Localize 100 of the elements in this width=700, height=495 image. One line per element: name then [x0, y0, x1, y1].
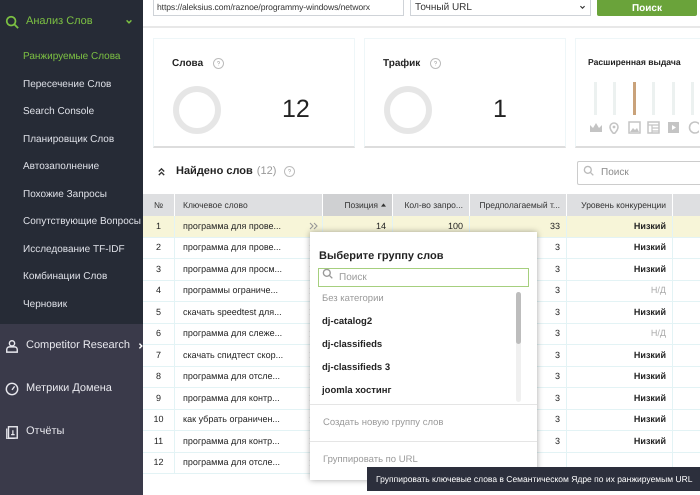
sidebar-group[interactable]: Competitor Research: [0, 324, 143, 367]
popup-search-field[interactable]: Поиск: [318, 268, 529, 287]
table-cell-text: 3: [554, 306, 560, 318]
keyword-cell-text: программа для прове...: [183, 241, 282, 254]
keyword-cell-text: программы ограниче...: [183, 284, 278, 297]
group-option[interactable]: dj-classifieds 3: [310, 357, 537, 380]
sidebar-item[interactable]: Автозаполнение: [0, 153, 143, 180]
help-icon: [284, 166, 296, 176]
scrollbar-thumb[interactable]: [516, 292, 521, 344]
keyword-cell: программа для просм...: [183, 262, 282, 276]
mode-dropdown[interactable]: Точный URL: [410, 0, 591, 16]
keyword-cell: скачать speedtest для...: [183, 306, 282, 319]
sort-icon: [381, 203, 386, 207]
table-cell-text: 1: [156, 220, 161, 232]
sidebar-item[interactable]: Ранжируемые Слова: [0, 43, 143, 70]
gauge-icon: [5, 382, 19, 396]
dropdown-value: Точный URL: [415, 1, 472, 15]
table-cell-text: 3: [554, 370, 560, 383]
results-count: (12): [256, 164, 276, 179]
card-title: Слова: [172, 57, 204, 71]
table-cell-text: Низкий: [634, 241, 666, 254]
column-header[interactable]: Позиция: [323, 194, 393, 216]
table-icon: [647, 120, 660, 134]
group-option[interactable]: dj-classifieds: [310, 334, 537, 357]
table-cell-text: 10: [153, 413, 164, 426]
keyword-cell-text: программа для отсле...: [183, 370, 280, 383]
keyword-cell: программа для контр...: [183, 392, 280, 405]
table-cell-text: Низкий: [634, 370, 666, 383]
table-cell-text: 8: [156, 370, 161, 383]
keyword-cell-text: программа для отсле...: [183, 456, 280, 469]
sidebar-group[interactable]: Анализ Слов: [0, 0, 143, 43]
stat-value: 1: [493, 94, 507, 126]
table-cell-text: Н/Д: [650, 327, 666, 340]
table-cell-text: Низкий: [634, 434, 666, 448]
table-cell-text: 3: [554, 327, 560, 340]
sidebar-item[interactable]: Комбинации Слов: [0, 263, 143, 290]
table-cell-text: 3: [554, 262, 560, 276]
table-cell-text: Низкий: [634, 348, 666, 362]
sidebar-group[interactable]: Метрики Домена: [0, 367, 143, 410]
chevron-down-icon: [579, 4, 586, 11]
keyword-cell-text: как убрать ограничен...: [183, 413, 280, 426]
keyword-cell: скачать спидтест скор...: [183, 348, 284, 362]
keyword-cell-text: программа для слеже...: [183, 327, 282, 340]
table-cell-text: Низкий: [634, 413, 666, 426]
url-field[interactable]: https://aleksius.com/raznoe/programmy-windows/networx: [153, 0, 404, 16]
table-cell-text: 6: [156, 327, 161, 340]
tooltip: Группировать ключевые слова в Семантическом Ядре по их ранжируемым URL: [367, 467, 700, 491]
search-icon: [322, 268, 333, 279]
card-title: Расширенная выдача: [588, 56, 681, 69]
table-cell-text: 7: [156, 348, 161, 362]
group-option[interactable]: joomla хостинг: [310, 380, 537, 403]
sidebar-group[interactable]: Отчёты: [0, 410, 143, 453]
pin-icon: [608, 120, 622, 134]
person-icon: [5, 338, 19, 352]
stat-value: 12: [282, 94, 310, 126]
table-cell-text: 3: [156, 262, 161, 276]
table-cell-text: 9: [156, 392, 161, 404]
sidebar-item[interactable]: Черновик: [0, 290, 143, 318]
sidebar-item[interactable]: Похожие Запросы: [0, 180, 143, 208]
table-cell-text: 4: [156, 284, 161, 297]
document-icon: [5, 424, 19, 438]
popup-title: Выберите группу слов: [319, 250, 444, 262]
collapse-icon[interactable]: [157, 166, 166, 176]
help-icon: [213, 58, 224, 69]
sidebar-item[interactable]: Search Console: [0, 98, 143, 126]
sidebar-item[interactable]: Сопутствующие Вопросы: [0, 208, 143, 236]
table-cell-text: 14: [376, 220, 386, 232]
table-cell-text: Н/Д: [650, 284, 666, 297]
table-cell-text: 2: [156, 241, 161, 254]
card-title: Трафик: [383, 57, 420, 71]
table-cell-text: 11: [154, 434, 164, 448]
table-cell-text: 3: [554, 348, 560, 362]
keyword-cell: программа для контр...: [183, 434, 280, 448]
table-cell-text: 5: [156, 306, 161, 318]
search-icon: [5, 14, 19, 28]
table-cell-text: Низкий: [634, 262, 666, 276]
play-icon: [666, 120, 680, 134]
table-cell-text: Низкий: [634, 220, 666, 232]
donut-chart: [383, 85, 433, 135]
table-cell-text: 33: [550, 220, 560, 232]
table-cell-text: 100: [448, 220, 463, 232]
group-option[interactable]: dj-catalog2: [310, 311, 537, 334]
table-cell-text: 3: [554, 241, 560, 254]
table-cell-text: Низкий: [634, 392, 666, 404]
image-icon: [628, 120, 641, 134]
table-cell-text: Низкий: [634, 306, 666, 318]
keyword-cell: программа для прове...: [183, 220, 282, 233]
table-cell-text: 3: [554, 413, 560, 426]
results-title: Найдено слов: [176, 164, 253, 179]
help-icon: [430, 58, 442, 69]
table-cell-text: 3: [554, 434, 560, 448]
table-cell-text: 12: [153, 456, 164, 469]
sidebar-item[interactable]: Планировщик Слов: [0, 126, 143, 153]
table-cell-text: 3: [554, 392, 560, 404]
sidebar-item[interactable]: Исследование TF-IDF: [0, 236, 143, 263]
donut-chart: [172, 85, 222, 135]
crown-icon: [588, 120, 602, 134]
sidebar-item[interactable]: Пересечение Слов: [0, 70, 143, 98]
search-field[interactable]: Поиск: [577, 160, 700, 184]
table-cell-text: 3: [554, 284, 560, 297]
